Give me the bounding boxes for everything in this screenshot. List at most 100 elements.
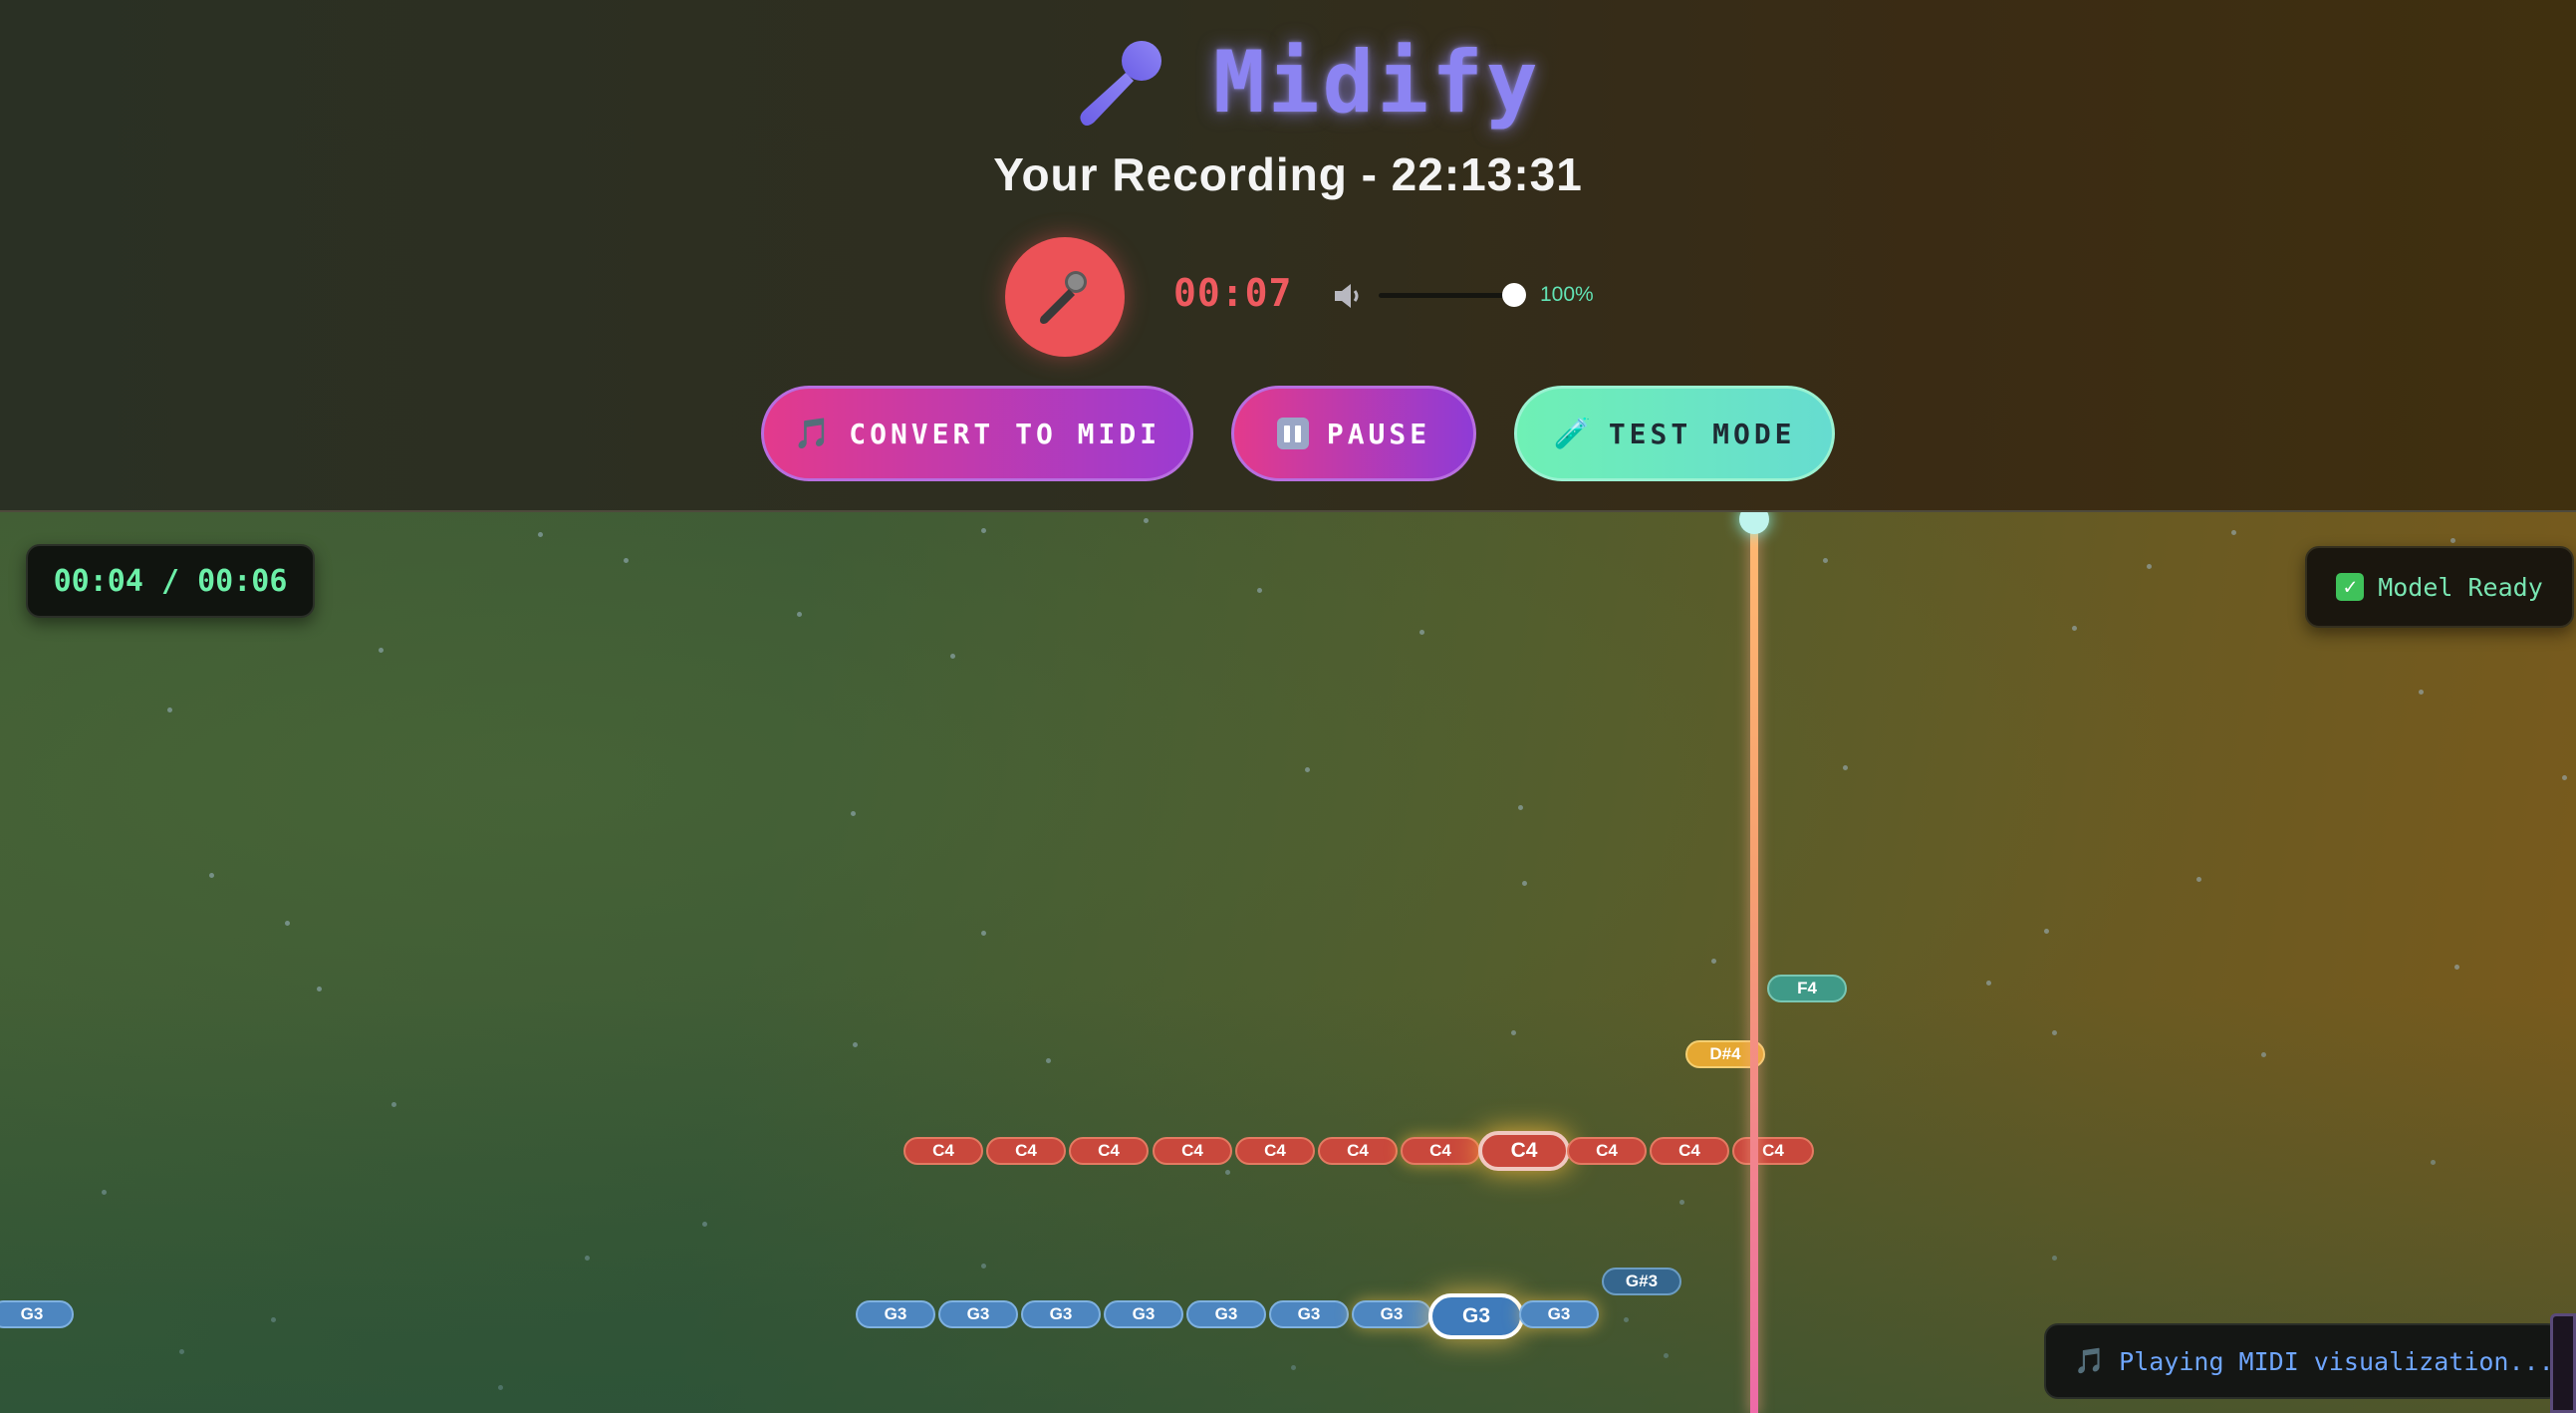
- playback-time: 00:04 / 00:06: [26, 544, 315, 618]
- star: [981, 528, 986, 533]
- microphone-icon: [1040, 271, 1087, 324]
- check-icon: ✓: [2336, 573, 2365, 601]
- convert-to-midi-button[interactable]: 🎵 CONVERT TO MIDI: [761, 386, 1193, 481]
- panel-edge-handle[interactable]: [2550, 1313, 2576, 1413]
- logo: Midify: [1076, 28, 1541, 138]
- note-g3: G3: [1186, 1300, 1266, 1328]
- star: [851, 811, 856, 816]
- star: [2450, 538, 2455, 543]
- star: [1046, 1058, 1051, 1063]
- pause-icon: [1276, 418, 1309, 449]
- star: [2261, 1052, 2266, 1057]
- star: [1305, 767, 1310, 772]
- midi-visualizer: 00:04 / 00:06 ✓ Model Ready F4 D#4 G#3 G…: [0, 512, 2576, 1413]
- note-gs3: G#3: [1602, 1268, 1681, 1295]
- star: [1522, 881, 1527, 886]
- note-g3: G3: [1269, 1300, 1349, 1328]
- speaker-icon[interactable]: [1332, 281, 1366, 311]
- star: [2562, 775, 2567, 780]
- playhead-handle[interactable]: [1739, 512, 1769, 534]
- convert-label: CONVERT TO MIDI: [849, 417, 1161, 450]
- star: [2454, 965, 2459, 970]
- note-g3: G3: [1021, 1300, 1101, 1328]
- note-g3: G3: [0, 1300, 74, 1328]
- star: [2419, 690, 2424, 695]
- recording-timer: 00:07: [1173, 271, 1293, 315]
- note-g3-active: G3: [1428, 1293, 1524, 1339]
- star: [179, 1349, 184, 1354]
- note-c4: C4: [1732, 1137, 1814, 1165]
- model-status-badge: ✓ Model Ready: [2305, 546, 2574, 628]
- star: [853, 1042, 858, 1047]
- note-g3: G3: [1352, 1300, 1431, 1328]
- volume-percentage: 100%: [1540, 283, 1594, 306]
- star: [317, 987, 322, 991]
- star: [1664, 1353, 1669, 1358]
- app-title: Midify: [1213, 33, 1541, 133]
- app-header: Midify Your Recording - 22:13:31 00:07 1…: [0, 0, 2576, 512]
- star: [2431, 1160, 2436, 1165]
- playhead-line[interactable]: [1750, 518, 1758, 1413]
- pause-label: PAUSE: [1326, 417, 1431, 450]
- star: [167, 707, 172, 712]
- star: [1624, 1317, 1629, 1322]
- model-status-label: Model Ready: [2378, 572, 2543, 602]
- pause-button[interactable]: PAUSE: [1231, 386, 1476, 481]
- note-g3: G3: [938, 1300, 1018, 1328]
- record-button[interactable]: [1005, 237, 1125, 357]
- star: [271, 1317, 276, 1322]
- star: [1291, 1365, 1296, 1370]
- star: [1511, 1030, 1516, 1035]
- music-note-icon: 🎵: [2074, 1346, 2106, 1375]
- star: [1518, 805, 1523, 810]
- test-mode-button[interactable]: 🧪 TEST MODE: [1514, 386, 1835, 481]
- star: [1257, 588, 1262, 593]
- star: [2231, 530, 2236, 535]
- note-g3: G3: [1104, 1300, 1183, 1328]
- star: [1144, 518, 1149, 523]
- star: [950, 654, 955, 659]
- music-note-icon: 🎵: [793, 416, 832, 451]
- status-toast: 🎵 Playing MIDI visualization...: [2044, 1323, 2562, 1399]
- volume-slider-handle[interactable]: [1502, 283, 1526, 307]
- star: [797, 612, 802, 617]
- star: [2196, 877, 2201, 882]
- note-c4: C4: [1235, 1137, 1315, 1165]
- note-c4: C4: [1567, 1137, 1647, 1165]
- note-c4: C4: [986, 1137, 1066, 1165]
- note-c4: C4: [1153, 1137, 1232, 1165]
- note-c4: C4: [1069, 1137, 1149, 1165]
- volume-slider-track[interactable]: [1379, 293, 1514, 298]
- star: [2147, 564, 2152, 569]
- note-c4: C4: [1650, 1137, 1729, 1165]
- star: [102, 1190, 107, 1195]
- test-mode-label: TEST MODE: [1608, 417, 1796, 450]
- note-c4: C4: [903, 1137, 983, 1165]
- star: [498, 1385, 503, 1390]
- note-f4: F4: [1767, 975, 1847, 1002]
- status-message: Playing MIDI visualization...: [2119, 1346, 2554, 1376]
- star: [285, 921, 290, 926]
- star: [1823, 558, 1828, 563]
- star: [1843, 765, 1848, 770]
- microphone-icon: [1080, 41, 1161, 126]
- star: [2052, 1256, 2057, 1261]
- star: [1986, 981, 1991, 986]
- star: [1679, 1200, 1684, 1205]
- note-g3: G3: [856, 1300, 935, 1328]
- note-c4-active: C4: [1478, 1131, 1570, 1171]
- test-tube-icon: 🧪: [1553, 416, 1591, 451]
- star: [538, 532, 543, 537]
- star: [1419, 630, 1424, 635]
- star: [1225, 1170, 1230, 1175]
- star: [1711, 959, 1716, 964]
- star: [2044, 929, 2049, 934]
- note-g3: G3: [1519, 1300, 1599, 1328]
- star: [585, 1256, 590, 1261]
- note-c4: C4: [1401, 1137, 1480, 1165]
- star: [981, 1264, 986, 1269]
- star: [702, 1222, 707, 1227]
- star: [624, 558, 629, 563]
- star: [981, 931, 986, 936]
- recording-title: Your Recording - 22:13:31: [993, 148, 1583, 200]
